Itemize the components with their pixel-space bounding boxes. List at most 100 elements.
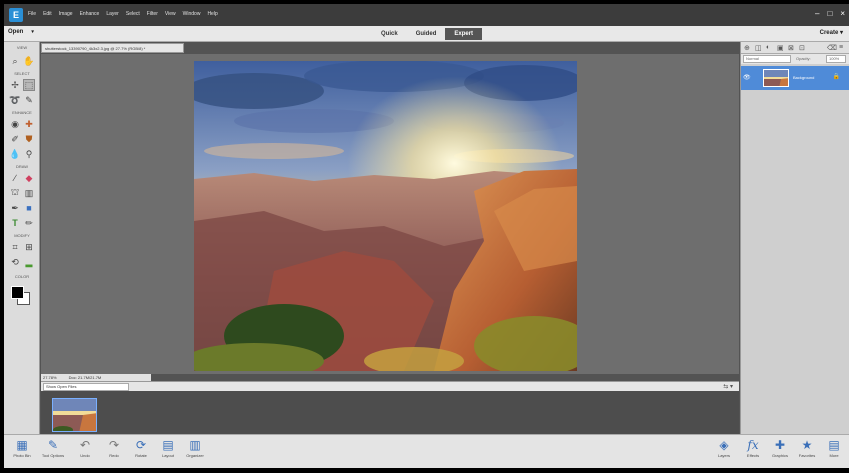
favorites-button[interactable]: ★ Favorites [792, 438, 822, 466]
menu-view[interactable]: View [165, 11, 176, 17]
blur-tool-icon[interactable]: 💧 [9, 148, 21, 160]
foreground-color-swatch[interactable] [11, 286, 24, 299]
undo-button[interactable]: ↶ Undo [70, 438, 100, 466]
paint-bucket-tool-icon[interactable]: ⛫ [9, 187, 21, 199]
gradient-tool-icon[interactable]: ▥ [23, 187, 35, 199]
layer-row-background[interactable]: 👁 Background 🔒 [741, 66, 849, 90]
photo-bin-button[interactable]: ▦ Photo Bin [7, 438, 37, 466]
graphics-button[interactable]: ✚ Graphics [765, 438, 795, 466]
hand-tool-icon[interactable]: ✋ [23, 55, 35, 67]
layer-thumbnail-image [764, 70, 788, 86]
layers-panel: ⊕ ◫ ◐ ▣ ⊠ ⊡ ⌫ ≡ Normal Opacity: 100% 👁 B… [740, 42, 849, 434]
tool-options-label: Tool Options [41, 453, 65, 458]
mask-icon[interactable]: ▣ [777, 44, 784, 52]
blend-mode-select[interactable]: Normal [743, 55, 791, 63]
more-button[interactable]: ▤ More [819, 438, 849, 466]
section-modify-label: MODIFY [14, 233, 30, 238]
tab-guided[interactable]: Guided [407, 28, 446, 40]
section-draw-label: DRAW [15, 164, 29, 169]
thumbnail-image [53, 399, 96, 431]
favorites-icon: ★ [801, 438, 813, 452]
red-eye-tool-icon[interactable]: ◉ [9, 118, 21, 130]
create-label: Create [819, 30, 839, 36]
tab-quick[interactable]: Quick [372, 28, 407, 40]
organizer-button[interactable]: ▥ Organizer [180, 438, 210, 466]
panel-menu-icon[interactable]: ⇆ ▾ [723, 383, 733, 390]
adjustment-layer-icon[interactable]: ◐ [766, 44, 770, 51]
menu-filter[interactable]: Filter [147, 11, 158, 17]
recompose-tool-icon[interactable]: ⊞ [23, 241, 35, 253]
canvas-area[interactable] [41, 54, 739, 374]
graphics-label: Graphics [771, 453, 788, 458]
menu-image[interactable]: Image [59, 11, 73, 17]
trash-icon[interactable]: ⌫ [827, 44, 837, 52]
photo-bin [41, 391, 739, 436]
maximize-button[interactable]: □ [827, 10, 832, 18]
favorites-label: Favorites [798, 453, 816, 458]
section-enhance-label: ENHANCE [12, 110, 32, 115]
blend-row: Normal Opacity: 100% [741, 54, 849, 64]
move-tool-icon[interactable]: ✢ [9, 79, 21, 91]
effects-icon: fx [747, 438, 759, 452]
smart-brush-tool-icon[interactable]: ✐ [9, 133, 21, 145]
clone-stamp-tool-icon[interactable]: ⛊ [23, 133, 35, 145]
document-tab[interactable]: shutterstock_13390790_4k3x2.3.jpg @ 27.7… [41, 43, 184, 53]
menu-select[interactable]: Select [126, 11, 140, 17]
opacity-label: Opacity: [796, 56, 811, 61]
lock-transparency-icon[interactable]: ⊠ [788, 44, 794, 52]
sponge-tool-icon[interactable]: ⚲ [23, 148, 35, 160]
crop-tool-icon[interactable]: ⌗ [9, 241, 21, 253]
chevron-down-icon: ▾ [839, 30, 843, 36]
pencil-tool-icon[interactable]: ✏ [23, 217, 35, 229]
photoshop-elements-window: E File Edit Image Enhance Layer Select F… [4, 4, 849, 468]
spot-healing-tool-icon[interactable]: ✚ [23, 118, 35, 130]
zoom-tool-icon[interactable]: ⌕ [9, 55, 21, 67]
new-layer-icon[interactable]: ⊕ [744, 44, 750, 52]
eye-icon[interactable]: 👁 [743, 74, 751, 81]
tool-options-icon: ✎ [47, 438, 59, 452]
marquee-tool-icon[interactable]: ⬚ [23, 79, 35, 91]
redo-icon: ↷ [108, 438, 120, 452]
shape-tool-icon[interactable]: ■ [23, 202, 35, 214]
menu-window[interactable]: Window [183, 11, 201, 17]
redo-button[interactable]: ↷ Redo [99, 438, 129, 466]
minimize-button[interactable]: – [815, 10, 819, 18]
eyedropper-tool-icon[interactable]: ✒ [9, 202, 21, 214]
panel-toolbar: ⊕ ◫ ◐ ▣ ⊠ ⊡ ⌫ ≡ [741, 42, 849, 54]
photo-bin-thumbnail[interactable] [52, 398, 97, 432]
straighten-tool-icon[interactable]: ▂ [23, 256, 35, 268]
quick-selection-tool-icon[interactable]: ✎ [23, 94, 35, 106]
opacity-field[interactable]: 100% [826, 55, 846, 63]
rotate-button[interactable]: ⟳ Rotate [126, 438, 156, 466]
open-button[interactable]: Open ▾ [8, 29, 34, 35]
more-icon: ▤ [828, 438, 840, 452]
panel-menu-icon[interactable]: ≡ [839, 44, 843, 51]
menu-enhance[interactable]: Enhance [80, 11, 100, 17]
new-group-icon[interactable]: ◫ [755, 44, 762, 52]
layout-button[interactable]: ▤ Layout [153, 438, 183, 466]
more-label: More [829, 453, 839, 458]
undo-icon: ↶ [79, 438, 91, 452]
eraser-tool-icon[interactable]: ◆ [23, 172, 35, 184]
layers-button[interactable]: ◈ Layers [709, 438, 739, 466]
menu-layer[interactable]: Layer [106, 11, 119, 17]
menu-file[interactable]: File [28, 11, 36, 17]
lasso-tool-icon[interactable]: ➰ [9, 94, 21, 106]
close-button[interactable]: × [840, 10, 845, 18]
section-view-label: VIEW [16, 45, 28, 50]
document-title: shutterstock_13390790_4k3x2.3.jpg @ 27.7… [45, 46, 146, 51]
brush-tool-icon[interactable]: ∕ [9, 172, 21, 184]
menu-edit[interactable]: Edit [43, 11, 52, 17]
lock-all-icon[interactable]: ⊡ [799, 44, 805, 52]
tab-expert[interactable]: Expert [445, 28, 483, 40]
effects-button[interactable]: fx Effects [738, 438, 768, 466]
type-tool-icon[interactable]: T [9, 217, 21, 229]
create-button[interactable]: Create ▾ [820, 29, 843, 36]
menu-items: File Edit Image Enhance Layer Select Fil… [28, 11, 218, 17]
tool-options-button[interactable]: ✎ Tool Options [38, 438, 68, 466]
menu-help[interactable]: Help [207, 11, 217, 17]
graphics-icon: ✚ [774, 438, 786, 452]
content-aware-move-tool-icon[interactable]: ⟲ [9, 256, 21, 268]
undo-label: Undo [80, 453, 90, 458]
photo-bin-dropdown[interactable]: Show Open Files [43, 383, 129, 391]
